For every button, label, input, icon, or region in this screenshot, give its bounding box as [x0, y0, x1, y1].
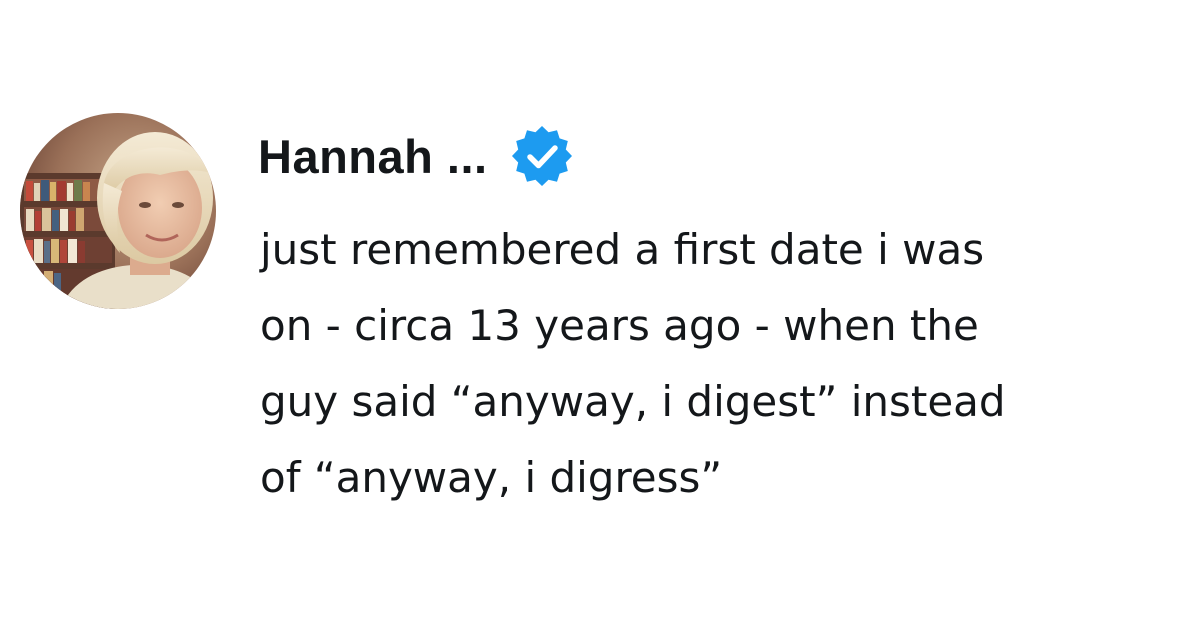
verified-badge-icon: [510, 124, 574, 188]
tweet-text: just remembered a first date i was on - …: [260, 212, 1185, 516]
author-avatar[interactable]: [20, 113, 216, 309]
tweet-text-line: just remembered a first date i was: [260, 225, 985, 274]
tweet-text-line: guy said “anyway, i digest” instead: [260, 377, 1006, 426]
tweet-text-line: on - circa 13 years ago - when the: [260, 301, 979, 350]
author-display-name[interactable]: Hannah ...: [258, 129, 488, 184]
profile-photo: [20, 113, 216, 309]
tweet-header: Hannah ...: [258, 124, 574, 188]
tweet-card: Hannah ... just remembered a first date …: [0, 0, 1200, 628]
tweet-text-line: of “anyway, i digress”: [260, 453, 723, 502]
